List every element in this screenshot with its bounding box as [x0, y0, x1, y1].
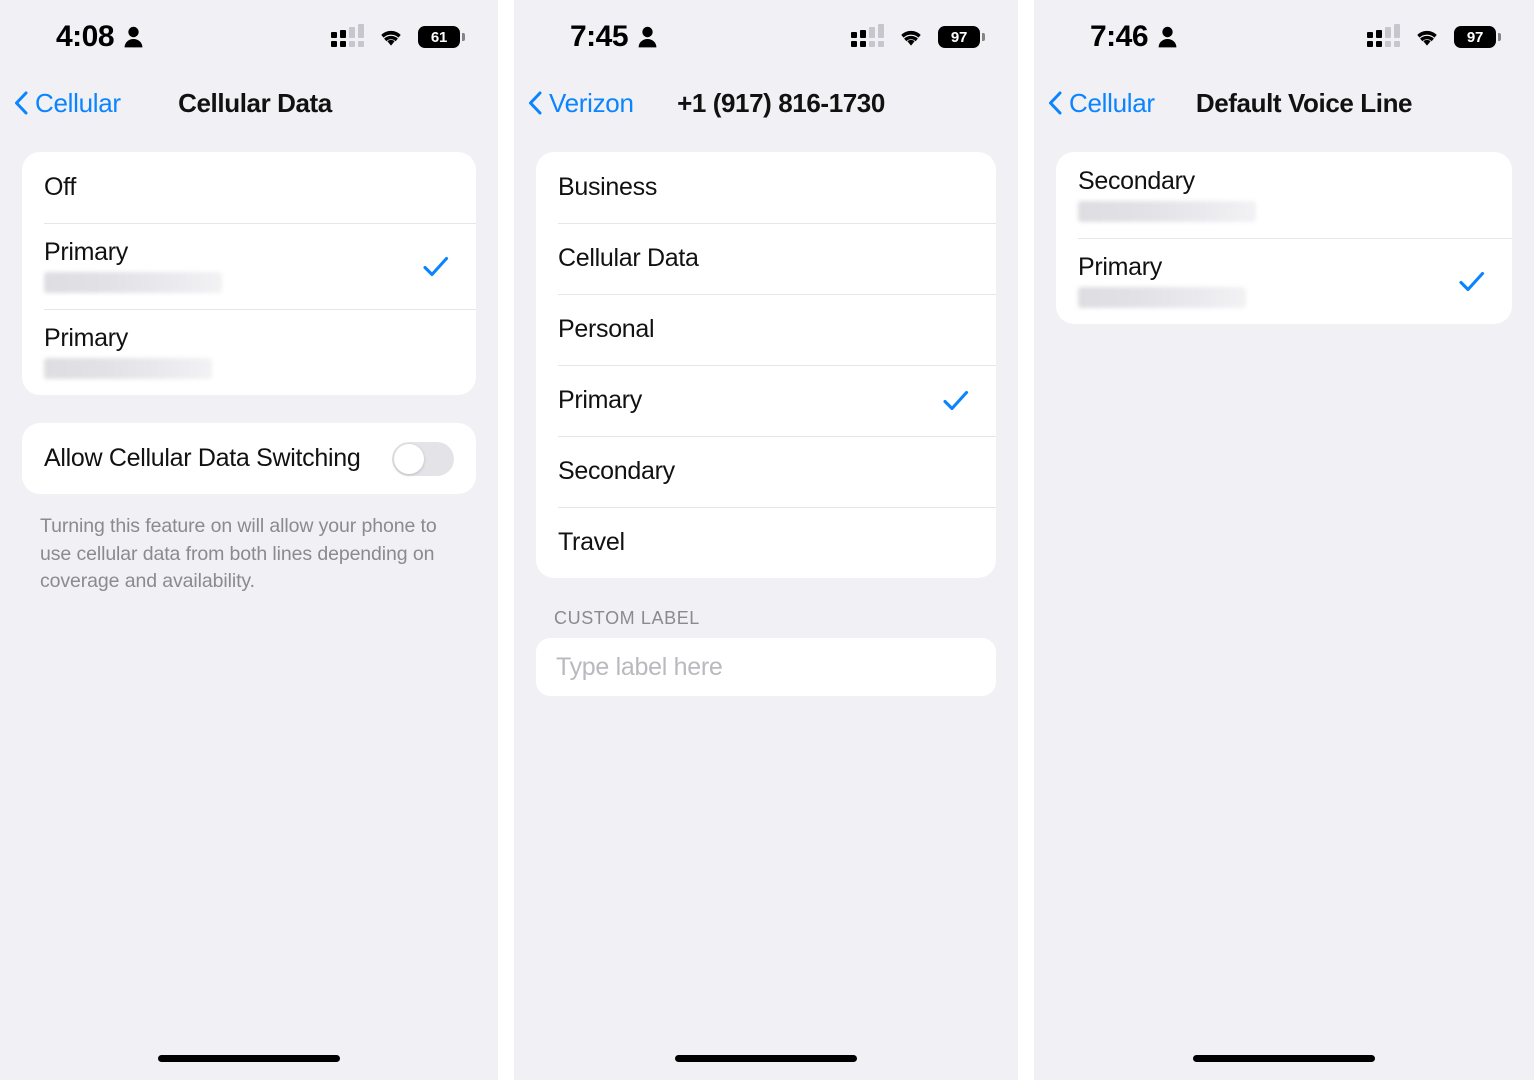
- list-item-travel[interactable]: Travel: [536, 507, 996, 578]
- panel-cellular-data: 4:08 61 Cellular Cellular Data Off Prima…: [0, 0, 498, 1080]
- battery-indicator: 97: [1454, 26, 1501, 48]
- panel-default-voice-line: 7:46 97 Cellular Default Voice Line Seco…: [1034, 0, 1534, 1080]
- status-bar-right: 97: [851, 24, 985, 48]
- footnote-text: Turning this feature on will allow your …: [40, 515, 437, 593]
- person-icon: [638, 26, 657, 48]
- list-item-business[interactable]: Business: [536, 152, 996, 223]
- status-bar: 7:45 97: [514, 0, 1018, 74]
- row-label: Primary: [558, 386, 643, 415]
- nav-bar: Cellular Cellular Data: [0, 74, 498, 132]
- wifi-icon: [378, 27, 404, 47]
- checkmark-icon: [941, 386, 974, 415]
- panel-line-label: 7:45 97 Verizon +1 (917) 816-1730 Busine…: [514, 0, 1018, 1080]
- cellular-signal-icon: [851, 24, 884, 47]
- toggle-knob: [394, 443, 424, 474]
- list-item-primary-2[interactable]: Primary: [22, 309, 476, 395]
- row-label: Personal: [558, 315, 655, 344]
- back-label: Cellular: [1069, 87, 1155, 118]
- row-label: Primary: [44, 323, 129, 352]
- content-p3: Secondary Primary: [1034, 132, 1534, 324]
- nav-bar: Verizon +1 (917) 816-1730: [514, 74, 1018, 132]
- voice-line-options-card: Secondary Primary: [1056, 152, 1512, 324]
- redacted-phone-number: [44, 358, 212, 380]
- status-bar-left: 4:08: [56, 22, 143, 52]
- panel-gap-1: [498, 0, 514, 1080]
- battery-indicator: 97: [938, 26, 985, 48]
- battery-level: 97: [950, 28, 968, 46]
- allow-cellular-data-switching-toggle[interactable]: [392, 441, 454, 476]
- person-icon: [124, 26, 143, 48]
- row-label: Business: [558, 173, 658, 202]
- back-label: Cellular: [35, 87, 121, 118]
- person-icon: [1158, 26, 1177, 48]
- list-item-secondary[interactable]: Secondary: [1056, 152, 1512, 238]
- row-label: Travel: [558, 528, 625, 557]
- home-indicator: [158, 1055, 340, 1062]
- chevron-left-icon: [14, 91, 28, 115]
- wifi-icon: [898, 27, 924, 47]
- nav-bar: Cellular Default Voice Line: [1034, 74, 1534, 132]
- content-p2: Business Cellular Data Personal Primary …: [514, 132, 1018, 696]
- three-panel-screenshot-strip: 4:08 61 Cellular Cellular Data Off Prima…: [0, 0, 1534, 1080]
- row-label: Primary: [44, 237, 129, 266]
- chevron-left-icon: [1048, 91, 1062, 115]
- allow-cellular-data-switching-row[interactable]: Allow Cellular Data Switching: [22, 423, 476, 494]
- checkmark-icon: [421, 252, 454, 281]
- list-item-primary-1[interactable]: Primary: [22, 223, 476, 309]
- home-indicator: [675, 1055, 857, 1062]
- list-item-personal[interactable]: Personal: [536, 294, 996, 365]
- content-p1: Off Primary Primary Allow Cellular Data …: [0, 132, 498, 596]
- row-label: Secondary: [1078, 166, 1195, 195]
- row-label: Cellular Data: [558, 244, 699, 273]
- wifi-icon: [1414, 27, 1440, 47]
- battery-level: 97: [1466, 28, 1484, 46]
- custom-label-section-header: CUSTOM LABEL: [554, 608, 700, 628]
- status-bar-right: 97: [1367, 24, 1501, 48]
- battery-level: 61: [430, 28, 448, 46]
- list-item-off[interactable]: Off: [22, 152, 476, 223]
- back-label: Verizon: [549, 87, 634, 118]
- list-item-primary[interactable]: Primary: [536, 365, 996, 436]
- battery-indicator: 61: [418, 26, 465, 48]
- row-label: Primary: [1078, 252, 1163, 281]
- panel-gap-2: [1018, 0, 1034, 1080]
- label-options-card: Business Cellular Data Personal Primary …: [536, 152, 996, 578]
- redacted-phone-number: [1078, 201, 1256, 223]
- data-switching-card: Allow Cellular Data Switching: [22, 423, 476, 494]
- redacted-phone-number: [1078, 287, 1246, 309]
- custom-label-field[interactable]: Type label here: [536, 638, 996, 696]
- status-time: 7:46: [1090, 20, 1149, 53]
- status-bar-left: 7:46: [1090, 22, 1177, 52]
- custom-label-placeholder: Type label here: [556, 652, 723, 681]
- status-bar: 7:46 97: [1034, 0, 1534, 74]
- back-button[interactable]: Cellular: [14, 88, 121, 119]
- checkmark-icon: [1457, 267, 1490, 296]
- back-button[interactable]: Cellular: [1048, 88, 1155, 119]
- chevron-left-icon: [528, 91, 542, 115]
- home-indicator: [1193, 1055, 1375, 1062]
- data-line-options-card: Off Primary Primary: [22, 152, 476, 395]
- cellular-signal-icon: [331, 24, 364, 47]
- back-button[interactable]: Verizon: [528, 88, 634, 119]
- status-bar-left: 7:45: [570, 22, 657, 52]
- status-bar-right: 61: [331, 24, 465, 48]
- row-label: Secondary: [558, 457, 675, 486]
- toggle-label: Allow Cellular Data Switching: [44, 444, 361, 473]
- status-time: 7:45: [570, 20, 629, 53]
- list-item-cellular-data[interactable]: Cellular Data: [536, 223, 996, 294]
- row-label: Off: [44, 173, 76, 202]
- list-item-secondary[interactable]: Secondary: [536, 436, 996, 507]
- redacted-phone-number: [44, 272, 222, 294]
- cellular-signal-icon: [1367, 24, 1400, 47]
- status-bar: 4:08 61: [0, 0, 498, 74]
- list-item-primary[interactable]: Primary: [1056, 238, 1512, 324]
- status-time: 4:08: [56, 20, 115, 53]
